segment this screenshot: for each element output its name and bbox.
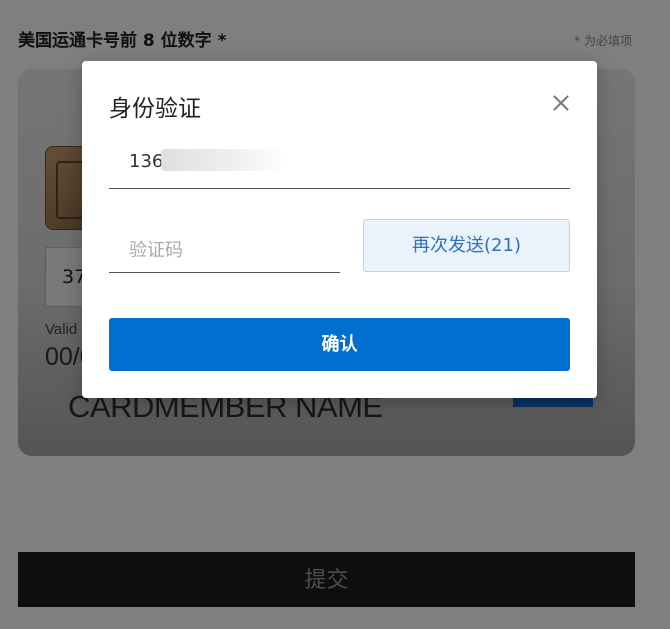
- phone-redaction: [161, 149, 281, 171]
- phone-number: 136: [129, 151, 164, 172]
- dialog-title: 身份验证: [109, 96, 201, 122]
- confirm-button[interactable]: 确认: [109, 318, 570, 371]
- verification-dialog: 身份验证 136 再次发送(21) 确认: [82, 61, 597, 398]
- close-icon[interactable]: [549, 91, 573, 115]
- verification-code-input[interactable]: [109, 225, 340, 273]
- phone-field: 136: [109, 141, 570, 189]
- resend-code-button[interactable]: 再次发送(21): [363, 219, 570, 272]
